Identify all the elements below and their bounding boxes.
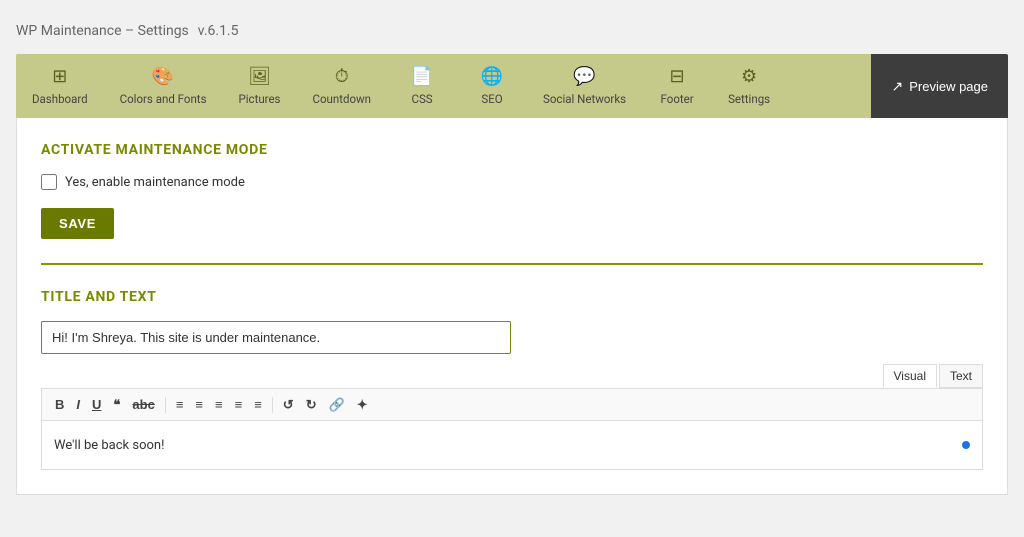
nav-item-seo[interactable]: 🌐 SEO (457, 54, 527, 118)
nav-item-colors-fonts[interactable]: 🎨 Colors and Fonts (104, 54, 223, 118)
nav-item-settings[interactable]: ⚙ Settings (712, 54, 786, 118)
external-link-icon: ↗ (891, 78, 903, 95)
editor-toolbar: B I U ❝ abc ≡ ≡ ≡ ≡ ≡ ↺ ↻ 🔗 ✦ (41, 388, 983, 420)
dashboard-icon: ⊞ (52, 66, 67, 87)
nav-item-countdown[interactable]: ⏱ Countdown (297, 54, 388, 118)
toolbar-blockquote[interactable]: ❝ (108, 395, 125, 414)
nav-label-social-networks: Social Networks (543, 92, 626, 106)
nav-item-dashboard[interactable]: ⊞ Dashboard (16, 54, 104, 118)
page-title: WP Maintenance – Settings v.6.1.5 (16, 16, 1008, 40)
editor-body: We'll be back soon! (41, 420, 983, 470)
toolbar-ordered-list[interactable]: ≡ (190, 395, 208, 414)
nav-label-seo: SEO (481, 92, 502, 106)
activate-section-title: ACTIVATE MAINTENANCE MODE (41, 142, 983, 158)
preview-page-button[interactable]: ↗ Preview page (871, 54, 1008, 118)
nav-label-dashboard: Dashboard (32, 92, 88, 106)
title-text-section: TITLE AND TEXT Visual Text B I U ❝ abc ≡… (41, 289, 983, 470)
save-button[interactable]: SAVE (41, 208, 114, 239)
main-content: ACTIVATE MAINTENANCE MODE Yes, enable ma… (16, 118, 1008, 495)
toolbar-bold[interactable]: B (50, 395, 69, 414)
toolbar-unordered-list[interactable]: ≡ (171, 395, 189, 414)
editor-tab-row: Visual Text (41, 364, 983, 388)
activate-section: ACTIVATE MAINTENANCE MODE Yes, enable ma… (41, 142, 983, 265)
title-text-section-title: TITLE AND TEXT (41, 289, 983, 305)
toolbar-strikethrough[interactable]: abc (127, 395, 159, 414)
page-title-text: WP Maintenance – Settings (16, 23, 189, 39)
countdown-icon: ⏱ (335, 66, 349, 87)
page-version: v.6.1.5 (198, 23, 239, 39)
tab-visual[interactable]: Visual (883, 364, 937, 388)
nav-label-countdown: Countdown (313, 92, 372, 106)
toolbar-fullscreen[interactable]: ✦ (352, 395, 373, 414)
social-networks-icon: 💬 (573, 66, 595, 87)
tab-text[interactable]: Text (939, 364, 983, 388)
maintenance-mode-checkbox[interactable] (41, 174, 57, 190)
nav-item-pictures[interactable]: 🖼 Pictures (223, 54, 297, 118)
toolbar-redo[interactable]: ↻ (301, 395, 322, 414)
toolbar-italic[interactable]: I (71, 395, 85, 414)
nav-items: ⊞ Dashboard 🎨 Colors and Fonts 🖼 Picture… (16, 54, 871, 118)
nav-item-footer[interactable]: ⊟ Footer (642, 54, 712, 118)
toolbar-separator-1 (165, 397, 166, 413)
editor-content: We'll be back soon! (54, 438, 164, 453)
nav-label-settings: Settings (728, 92, 770, 106)
colors-fonts-icon: 🎨 (152, 66, 174, 87)
toolbar-link[interactable]: 🔗 (324, 395, 350, 414)
title-text-input[interactable] (41, 321, 511, 354)
seo-icon: 🌐 (481, 66, 503, 87)
nav-item-social-networks[interactable]: 💬 Social Networks (527, 54, 642, 118)
toolbar-align-right[interactable]: ≡ (249, 395, 267, 414)
nav-label-pictures: Pictures (239, 92, 281, 106)
toolbar-align-center[interactable]: ≡ (230, 395, 248, 414)
pictures-icon: 🖼 (248, 66, 271, 87)
toolbar-underline[interactable]: U (87, 395, 106, 414)
css-icon: 📄 (411, 66, 433, 87)
toolbar-undo[interactable]: ↺ (278, 395, 299, 414)
preview-page-label: Preview page (909, 79, 988, 94)
nav-bar: ⊞ Dashboard 🎨 Colors and Fonts 🖼 Picture… (16, 54, 1008, 118)
toolbar-align-left[interactable]: ≡ (210, 395, 228, 414)
maintenance-mode-row: Yes, enable maintenance mode (41, 174, 983, 190)
footer-icon: ⊟ (670, 66, 685, 87)
editor-cursor-dot (962, 441, 970, 449)
maintenance-mode-label: Yes, enable maintenance mode (65, 175, 245, 190)
nav-label-colors-fonts: Colors and Fonts (120, 92, 207, 106)
nav-label-footer: Footer (661, 92, 694, 106)
settings-icon: ⚙ (741, 66, 757, 87)
nav-item-css[interactable]: 📄 CSS (387, 54, 457, 118)
nav-label-css: CSS (411, 92, 432, 106)
toolbar-separator-2 (272, 397, 273, 413)
